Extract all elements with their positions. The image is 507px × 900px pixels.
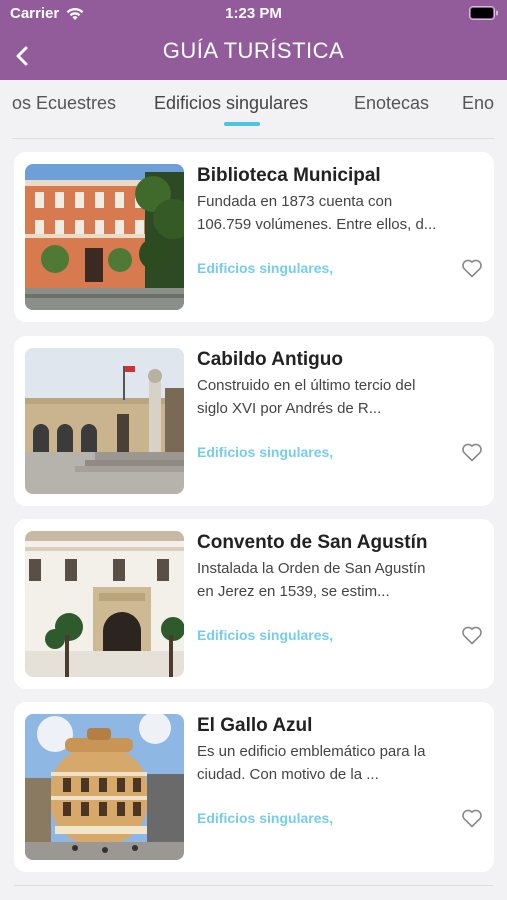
heart-icon[interactable] bbox=[460, 256, 484, 280]
place-description-line: Es un edificio emblemático para la bbox=[197, 743, 426, 760]
chevron-left-icon bbox=[16, 46, 28, 66]
place-description: Instalada la Orden de San Agustín en Jer… bbox=[197, 557, 482, 603]
tabs-divider bbox=[12, 138, 495, 139]
heart-icon[interactable] bbox=[460, 623, 484, 647]
place-title: Biblioteca Municipal bbox=[197, 165, 381, 186]
place-card[interactable]: Cabildo Antiguo Construido en el último … bbox=[14, 336, 494, 506]
place-description-line: Instalada la Orden de San Agustín bbox=[197, 560, 426, 577]
place-card[interactable]: Biblioteca Municipal Fundada en 1873 cue… bbox=[14, 152, 494, 322]
place-description-line: en Jerez en 1539, se estim... bbox=[197, 583, 390, 600]
heart-icon[interactable] bbox=[460, 440, 484, 464]
place-photo-gallo-azul bbox=[25, 714, 184, 860]
battery-icon bbox=[469, 6, 498, 20]
heart-icon[interactable] bbox=[460, 806, 484, 830]
tab-enotecas[interactable]: Enotecas bbox=[354, 93, 429, 114]
place-card[interactable]: El Gallo Azul Es un edificio emblemático… bbox=[14, 702, 494, 872]
place-category[interactable]: Edificios singulares, bbox=[197, 810, 333, 826]
place-photo-biblioteca bbox=[25, 164, 184, 310]
tab-eno-partial[interactable]: Eno bbox=[462, 93, 494, 114]
place-description: Es un edificio emblemático para la ciuda… bbox=[197, 740, 482, 786]
place-description-line: Fundada en 1873 cuenta con bbox=[197, 193, 393, 210]
place-description-line: Construido en el último tercio del bbox=[197, 377, 416, 394]
place-card[interactable]: Convento de San Agustín Instalada la Ord… bbox=[14, 519, 494, 689]
back-button[interactable] bbox=[6, 40, 38, 72]
category-tabs[interactable]: os Ecuestres Edificios singulares Enotec… bbox=[0, 80, 507, 138]
place-description-line: ciudad. Con motivo de la ... bbox=[197, 766, 379, 783]
page-title: GUÍA TURÍSTICA bbox=[162, 38, 345, 63]
place-description: Fundada en 1873 cuenta con 106.759 volúm… bbox=[197, 190, 482, 236]
list-end-divider bbox=[14, 885, 493, 886]
place-title: El Gallo Azul bbox=[197, 715, 313, 736]
place-category[interactable]: Edificios singulares, bbox=[197, 444, 333, 460]
place-photo-convento bbox=[25, 531, 184, 677]
tab-concursos-ecuestres[interactable]: os Ecuestres bbox=[12, 93, 116, 114]
active-tab-indicator bbox=[224, 122, 260, 126]
navigation-header: Carrier 1:23 PM GUÍA TURÍSTICA bbox=[0, 0, 507, 80]
place-category[interactable]: Edificios singulares, bbox=[197, 627, 333, 643]
place-description-line: siglo XVI por Andrés de R... bbox=[197, 400, 382, 417]
place-category[interactable]: Edificios singulares, bbox=[197, 260, 333, 276]
place-photo-cabildo bbox=[25, 348, 184, 494]
place-description-line: 106.759 volúmenes. Entre ellos, d... bbox=[197, 216, 437, 233]
place-description: Construido en el último tercio del siglo… bbox=[197, 374, 482, 420]
tab-edificios-singulares[interactable]: Edificios singulares bbox=[154, 93, 308, 114]
place-title: Convento de San Agustín bbox=[197, 532, 428, 553]
place-title: Cabildo Antiguo bbox=[197, 349, 343, 370]
status-time: 1:23 PM bbox=[225, 5, 282, 22]
status-bar: Carrier 1:23 PM bbox=[0, 0, 507, 26]
